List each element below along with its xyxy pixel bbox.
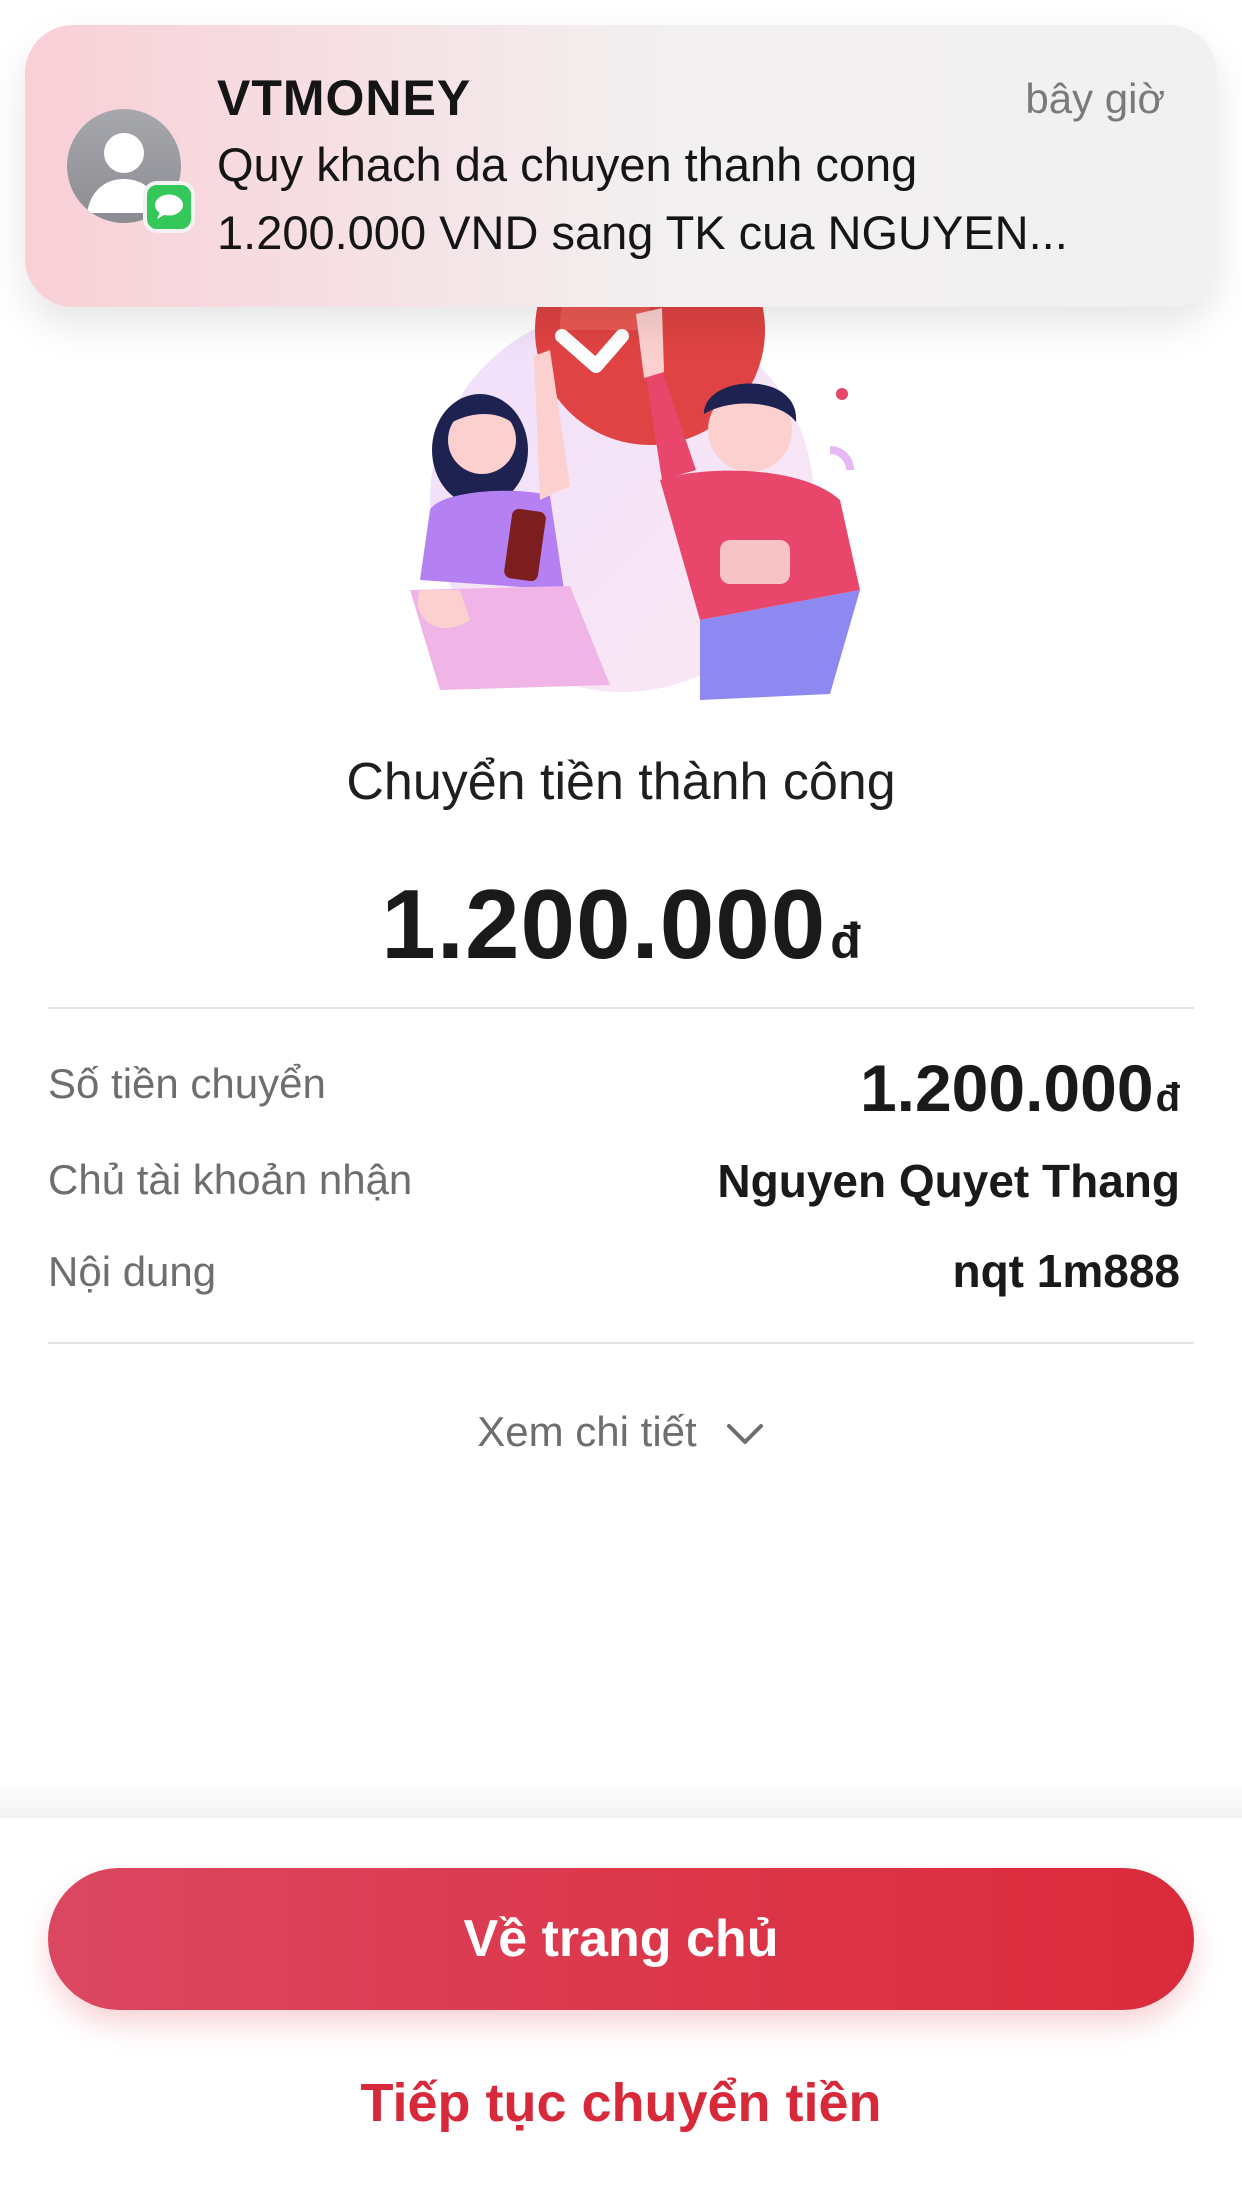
continue-transfer-button[interactable]: Tiếp tục chuyển tiền	[0, 2072, 1242, 2134]
amount-currency: đ	[830, 913, 861, 969]
detail-label-recipient: Chủ tài khoản nhận	[48, 1156, 413, 1203]
notification-time: bây giờ	[1025, 75, 1165, 122]
messages-icon	[143, 181, 195, 233]
detail-amount-number: 1.200.000	[859, 1051, 1154, 1125]
success-title: Chuyển tiền thành công	[346, 753, 896, 811]
detail-value-amount: 1.200.000đ	[860, 1050, 1180, 1126]
amount-value: 1.200.000	[381, 869, 827, 979]
notification-message-line-2: 1.200.000 VND sang TK cua NGUYEN...	[217, 206, 1068, 259]
divider	[48, 1007, 1194, 1009]
notification-app-name: VTMONEY	[217, 70, 472, 126]
detail-value-recipient: Nguyen Quyet Thang	[717, 1155, 1180, 1207]
view-details-label: Xem chi tiết	[477, 1408, 697, 1455]
view-details-toggle[interactable]: Xem chi tiết	[0, 1408, 1242, 1456]
notification-banner[interactable]: VTMONEY bây giờ Quy khach da chuyen than…	[25, 25, 1217, 307]
bottom-panel-shadow	[0, 1780, 1242, 1820]
detail-amount-currency: đ	[1155, 1076, 1180, 1120]
notification-message-line-1: Quy khach da chuyen thanh cong	[217, 138, 918, 191]
chevron-down-icon	[725, 1408, 765, 1456]
detail-label-content: Nội dung	[48, 1248, 217, 1295]
home-button[interactable]: Về trang chủ	[48, 1868, 1194, 2010]
transfer-amount: 1.200.000đ	[0, 868, 1242, 981]
detail-label-amount: Số tiền chuyển	[48, 1060, 326, 1107]
divider	[48, 1342, 1194, 1344]
success-celebration-illustration	[400, 215, 880, 710]
detail-value-content: nqt 1m888	[952, 1245, 1180, 1297]
